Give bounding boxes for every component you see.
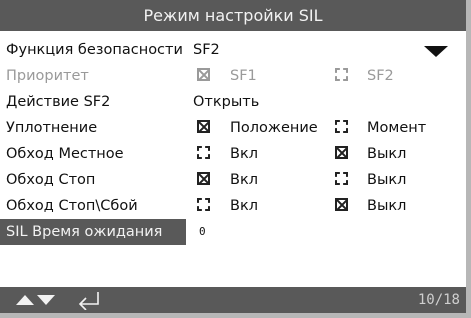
bypass-stop-fault-on-checkbox[interactable] <box>197 198 210 211</box>
bypass-stop-label: Обход Стоп <box>6 172 96 188</box>
sil-setup-screen: Режим настройки SIL Функция безопасности… <box>0 0 466 313</box>
priority-sf1-label: SF1 <box>230 68 257 84</box>
sil-timeout-label: SIL Время ожидания <box>6 224 163 240</box>
priority-sf1-checkbox <box>197 68 210 81</box>
bypass-stop-fault-off-checkbox[interactable] <box>335 198 348 211</box>
row-sil-timeout[interactable]: SIL Время ожидания 0 <box>0 219 466 245</box>
dropdown-arrow-icon[interactable] <box>424 46 448 57</box>
safety-function-value[interactable]: SF2 <box>193 37 220 63</box>
row-bypass-local: Обход Местное Вкл Выкл <box>0 141 466 167</box>
bypass-stop-fault-label: Обход Стоп\Сбой <box>6 198 138 214</box>
bypass-stop-fault-off-label: Выкл <box>367 198 407 214</box>
bypass-stop-on-checkbox[interactable] <box>197 172 210 185</box>
bypass-stop-on-label: Вкл <box>230 172 258 188</box>
seal-torque-checkbox[interactable] <box>335 120 348 133</box>
priority-label: Приоритет <box>6 68 89 84</box>
bypass-stop-fault-on-label: Вкл <box>230 198 258 214</box>
screen-title: Режим настройки SIL <box>0 0 466 31</box>
safety-function-label: Функция безопасности <box>6 42 183 58</box>
page-number: 10/18 <box>417 292 460 308</box>
bypass-stop-off-label: Выкл <box>367 172 407 188</box>
row-priority: Приоритет SF1 SF2 <box>0 63 466 89</box>
sil-timeout-value[interactable]: 0 <box>199 219 206 245</box>
bypass-local-label: Обход Местное <box>6 146 124 162</box>
row-action-sf2[interactable]: Действие SF2 Открыть <box>0 89 466 115</box>
seal-torque-label: Момент <box>367 120 427 136</box>
priority-sf2-label: SF2 <box>367 68 394 84</box>
bypass-local-off-label: Выкл <box>367 146 407 162</box>
seal-label: Уплотнение <box>6 120 98 136</box>
bypass-local-on-checkbox[interactable] <box>197 146 210 159</box>
action-sf2-label: Действие SF2 <box>6 94 111 110</box>
row-bypass-stop: Обход Стоп Вкл Выкл <box>0 167 466 193</box>
row-seal: Уплотнение Положение Момент <box>0 115 466 141</box>
up-down-arrows-icon[interactable] <box>16 293 56 307</box>
bypass-local-off-checkbox[interactable] <box>335 146 348 159</box>
row-safety-function[interactable]: Функция безопасности SF2 <box>0 37 466 63</box>
enter-icon[interactable] <box>76 290 102 310</box>
seal-position-checkbox[interactable] <box>197 120 210 133</box>
seal-position-label: Положение <box>230 120 318 136</box>
priority-sf2-checkbox <box>335 68 348 81</box>
action-sf2-value[interactable]: Открыть <box>193 89 259 115</box>
row-bypass-stop-fault: Обход Стоп\Сбой Вкл Выкл <box>0 193 466 219</box>
bottom-bar: 10/18 <box>0 287 466 313</box>
bypass-local-on-label: Вкл <box>230 146 258 162</box>
bypass-stop-off-checkbox[interactable] <box>335 172 348 185</box>
